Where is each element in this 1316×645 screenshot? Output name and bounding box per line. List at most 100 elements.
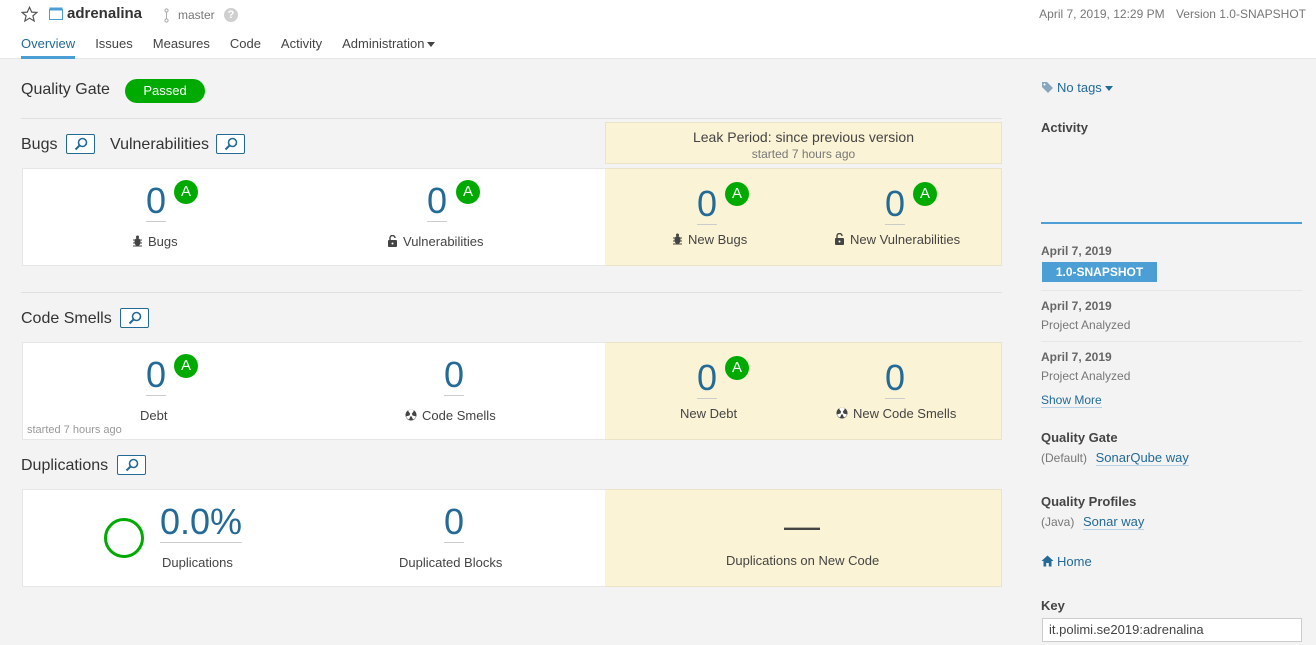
new-vulnerabilities-label: New Vulnerabilities — [834, 232, 960, 247]
quality-profiles-title: Quality Profiles — [1041, 494, 1137, 509]
quality-gate-status-badge: Passed — [125, 79, 205, 103]
show-more-wrapper: Show More — [1041, 392, 1102, 408]
new-vulnerabilities-rating[interactable]: A — [913, 182, 937, 206]
quality-gate-row: (Default) SonarQube way — [1041, 450, 1189, 466]
tab-overview[interactable]: Overview — [21, 36, 76, 59]
tag-icon — [1042, 82, 1053, 93]
tags-selector[interactable]: No tags — [1041, 80, 1113, 95]
new-debt-rating[interactable]: A — [725, 356, 749, 380]
duplicated-blocks-value[interactable]: 0 — [444, 502, 465, 543]
tab-code[interactable]: Code — [230, 36, 261, 59]
quality-profile-link[interactable]: Sonar way — [1082, 514, 1145, 530]
help-icon[interactable]: ? — [224, 8, 238, 22]
tab-issues[interactable]: Issues — [95, 36, 133, 59]
key-title: Key — [1041, 598, 1065, 613]
search-icon — [125, 458, 139, 472]
event-date: April 7, 2019 — [1041, 299, 1112, 313]
new-debt-label: New Debt — [680, 406, 738, 421]
event-date: April 7, 2019 — [1041, 350, 1112, 364]
bugs-rating[interactable]: A — [174, 180, 198, 204]
divider — [1041, 290, 1302, 291]
new-vulnerabilities-label-text: New Vulnerabilities — [850, 232, 961, 247]
tab-administration-label: Administration — [342, 36, 425, 51]
new-code-smells-label-text: New Code Smells — [853, 406, 957, 421]
bugs-drilldown-button[interactable] — [66, 134, 95, 154]
new-duplications-label: Duplications on New Code — [726, 553, 880, 568]
unlock-icon — [388, 234, 397, 247]
duplications-drilldown-button[interactable] — [117, 455, 146, 475]
divider — [1041, 341, 1302, 342]
vulnerabilities-drilldown-button[interactable] — [216, 134, 245, 154]
quality-gate-link[interactable]: SonarQube way — [1095, 450, 1189, 466]
project-key-field[interactable]: it.polimi.se2019:adrenalina — [1042, 618, 1302, 642]
analysis-meta: April 7, 2019, 12:29 PM Version 1.0-SNAP… — [1031, 7, 1306, 21]
code-smells-label: Code Smells — [405, 408, 496, 423]
project-nav: Overview Issues Measures Code Activity A… — [21, 36, 455, 59]
search-icon — [224, 137, 238, 151]
new-bugs-rating[interactable]: A — [725, 182, 749, 206]
duplications-label: Duplications — [162, 555, 233, 570]
search-icon — [128, 311, 142, 325]
duplications-donut-chart — [104, 518, 144, 558]
bugs-label: Bugs — [132, 234, 178, 249]
new-code-smells-value[interactable]: 0 — [885, 358, 906, 399]
vulnerabilities-label-text: Vulnerabilities — [403, 234, 484, 249]
version-badge: 1.0-SNAPSHOT — [1042, 262, 1157, 282]
vulnerabilities-label: Vulnerabilities — [387, 234, 483, 249]
home-link-label: Home — [1057, 554, 1092, 569]
bugs-value[interactable]: 0 — [146, 181, 167, 222]
divider — [21, 118, 1002, 119]
project-name-link[interactable]: adrenalina — [67, 5, 142, 22]
debt-rating[interactable]: A — [174, 354, 198, 378]
activity-graph — [1041, 222, 1302, 224]
code-smells-section-title: Code Smells — [21, 310, 112, 327]
event-text: Project Analyzed — [1041, 318, 1131, 332]
new-bugs-label-text: New Bugs — [688, 232, 748, 247]
bugs-section-title: Bugs — [21, 136, 58, 153]
profile-language: (Java) — [1041, 515, 1075, 529]
code-smell-icon — [836, 407, 848, 419]
duplicated-blocks-label: Duplicated Blocks — [399, 555, 503, 570]
branch-name[interactable]: master — [178, 8, 215, 22]
quality-profile-row: (Java) Sonar way — [1041, 514, 1145, 530]
chevron-down-icon — [1104, 86, 1113, 92]
tags-label: No tags — [1057, 80, 1102, 95]
new-bugs-value[interactable]: 0 — [697, 184, 718, 225]
new-code-smells-label: New Code Smells — [836, 406, 956, 421]
show-more-link[interactable]: Show More — [1041, 393, 1102, 408]
vulnerabilities-rating[interactable]: A — [456, 180, 480, 204]
activity-title: Activity — [1041, 120, 1088, 135]
search-icon — [74, 137, 88, 151]
tab-measures[interactable]: Measures — [153, 36, 210, 59]
home-link[interactable]: Home — [1041, 554, 1092, 569]
duplications-value[interactable]: 0.0% — [160, 502, 243, 543]
top-bar: adrenalina master ? April 7, 2019, 12:29… — [0, 0, 1316, 59]
new-vulnerabilities-value[interactable]: 0 — [885, 184, 906, 225]
tab-administration[interactable]: Administration — [342, 36, 436, 59]
new-debt-value[interactable]: 0 — [697, 358, 718, 399]
bug-icon — [673, 233, 682, 245]
branch-icon — [164, 8, 169, 23]
code-smells-value[interactable]: 0 — [444, 355, 465, 396]
debt-value[interactable]: 0 — [146, 355, 167, 396]
unlock-icon — [835, 232, 844, 245]
code-smell-icon — [405, 409, 417, 421]
leak-period-started: started 7 hours ago — [751, 147, 856, 161]
code-smells-leak-zone — [605, 342, 1002, 440]
bugs-leak-zone — [605, 168, 1002, 266]
favorite-star-icon[interactable] — [21, 6, 38, 23]
event-text: Project Analyzed — [1041, 369, 1131, 383]
leak-period-title: Leak Period: since previous version — [692, 129, 914, 145]
code-smells-label-text: Code Smells — [422, 408, 496, 423]
project-version: Version 1.0-SNAPSHOT — [1175, 7, 1306, 21]
code-smells-drilldown-button[interactable] — [120, 308, 149, 328]
home-icon — [1041, 555, 1054, 567]
analysis-date: April 7, 2019, 12:29 PM — [1039, 7, 1165, 21]
bug-icon — [133, 235, 142, 247]
quality-gate-sidebar-title: Quality Gate — [1041, 430, 1118, 445]
chevron-down-icon — [427, 42, 436, 48]
quality-gate-title: Quality Gate — [21, 81, 110, 98]
vulnerabilities-value[interactable]: 0 — [427, 181, 448, 222]
tab-activity[interactable]: Activity — [281, 36, 322, 59]
quality-gate-qualifier: (Default) — [1041, 451, 1088, 465]
